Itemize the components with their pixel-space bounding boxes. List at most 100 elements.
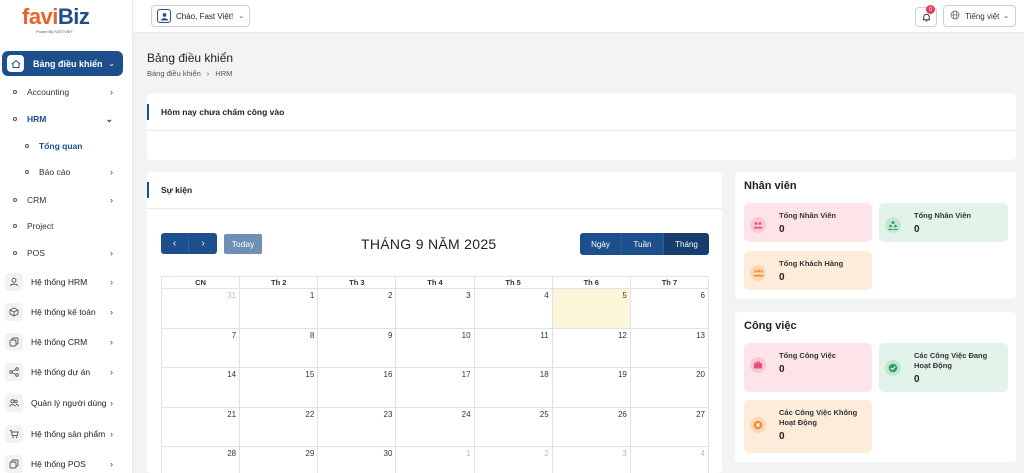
stat-inactive-tasks[interactable]: Các Công Việc Không Hoạt Động 0 (744, 400, 872, 453)
weekday-header: Th 5 (473, 276, 553, 289)
calendar-day[interactable]: 1 (395, 446, 475, 473)
calendar-day[interactable]: 20 (629, 367, 710, 408)
chevron-right-icon: › (110, 459, 113, 469)
calendar-day[interactable]: 19 (551, 367, 631, 408)
view-day-button[interactable]: Ngày (580, 233, 622, 255)
calendar-day[interactable]: 24 (395, 406, 475, 447)
sidebar-item-label: Accounting (27, 87, 70, 97)
view-week-button[interactable]: Tuần (622, 233, 664, 255)
calendar-day[interactable]: 14 (160, 367, 241, 408)
calendar-day[interactable]: 25 (473, 406, 553, 447)
bullet-icon (13, 224, 17, 228)
cart-icon (5, 425, 23, 443)
chevron-right-icon: › (110, 367, 113, 377)
calendar-day[interactable]: 29 (239, 446, 319, 473)
calendar-day[interactable]: 16 (317, 367, 397, 408)
sidebar-item-label: Hệ thống POS (31, 459, 86, 469)
sidebar-item-crm-system[interactable]: Hệ thống CRM › (0, 330, 123, 354)
user-menu[interactable]: Chào, Fast Việt! ⌄ (151, 5, 251, 27)
stat-total-employees-2[interactable]: Tổng Nhân Viên 0 (879, 203, 1008, 242)
app-logo[interactable]: faviBiz Power By FASTVIET (0, 0, 132, 44)
calendar-day[interactable]: 12 (551, 327, 631, 368)
briefcase-icon (750, 357, 766, 373)
calendar-day[interactable]: 1 (239, 288, 319, 329)
users-icon (5, 394, 23, 412)
user-group-icon (885, 217, 901, 233)
next-month-button[interactable]: › (189, 233, 217, 254)
notification-button[interactable]: 0 (915, 5, 937, 27)
calendar-day[interactable]: 10 (395, 327, 475, 368)
sidebar-item-reports[interactable]: Báo cáo › (0, 162, 123, 182)
calendar-day[interactable]: 9 (317, 327, 397, 368)
logo-text-biz: Biz (57, 4, 90, 29)
prev-month-button[interactable]: ‹ (161, 233, 189, 254)
calendar-day[interactable]: 7 (160, 327, 241, 368)
calendar-nav: ‹ › (161, 233, 217, 254)
chevron-down-icon: ⌄ (105, 113, 113, 124)
language-label: Tiếng việt (965, 11, 1000, 21)
chevron-down-icon: ⌄ (238, 13, 245, 20)
today-button[interactable]: Today (224, 234, 262, 254)
sidebar-item-overview[interactable]: Tổng quan (0, 136, 123, 156)
sidebar-item-crm[interactable]: CRM › (0, 190, 123, 210)
calendar-day[interactable]: 27 (629, 406, 710, 447)
users-icon (750, 217, 766, 233)
bullet-icon (25, 170, 29, 174)
calendar-day-today[interactable]: 5 (551, 288, 631, 329)
sidebar-item-project[interactable]: Project (0, 216, 123, 236)
weekday-header: Th 7 (629, 276, 710, 289)
breadcrumb-item[interactable]: Bảng điều khiển (147, 69, 201, 78)
calendar-day[interactable]: 2 (473, 446, 553, 473)
sidebar-item-pos-system[interactable]: Hệ thống POS › (0, 452, 123, 473)
chevron-right-icon: › (110, 87, 113, 97)
calendar-day[interactable]: 4 (629, 446, 710, 473)
stat-total-employees[interactable]: Tổng Nhân Viên 0 (744, 203, 872, 242)
sidebar-item-label: CRM (27, 195, 47, 205)
calendar-day[interactable]: 21 (160, 406, 241, 447)
view-month-button[interactable]: Tháng (664, 233, 709, 255)
calendar-day[interactable]: 30 (317, 446, 397, 473)
accent-bar (147, 182, 149, 198)
stat-value: 0 (779, 224, 785, 235)
calendar-day[interactable]: 6 (629, 288, 710, 329)
check-circle-icon (885, 360, 901, 376)
calendar-day[interactable]: 23 (317, 406, 397, 447)
sidebar-item-hrm[interactable]: HRM ⌄ (0, 109, 123, 129)
calendar-day[interactable]: 17 (395, 367, 475, 408)
chevron-right-icon: › (110, 398, 113, 408)
calendar-day[interactable]: 15 (239, 367, 319, 408)
sidebar-item-product-system[interactable]: Hệ thống sản phẩm › (0, 422, 123, 446)
sidebar-item-label: Quản lý người dùng (31, 398, 107, 408)
calendar-day[interactable]: 13 (629, 327, 710, 368)
stat-total-tasks[interactable]: Tổng Công Việc 0 (744, 343, 872, 392)
calendar-day[interactable]: 18 (473, 367, 553, 408)
sidebar-item-user-management[interactable]: Quản lý người dùng › (0, 391, 123, 415)
calendar-day[interactable]: 4 (473, 288, 553, 329)
calendar-day[interactable]: 11 (473, 327, 553, 368)
sidebar-item-pos[interactable]: POS › (0, 243, 123, 263)
calendar-day[interactable]: 8 (239, 327, 319, 368)
stat-active-tasks[interactable]: Các Công Việc Đang Hoạt Động 0 (879, 343, 1008, 392)
staff-panel-title: Nhân viên (744, 180, 797, 192)
calendar-day[interactable]: 3 (551, 446, 631, 473)
stat-label: Các Công Việc Đang Hoạt Động (914, 351, 988, 370)
calendar-day[interactable]: 2 (317, 288, 397, 329)
calendar-day[interactable]: 28 (160, 446, 241, 473)
sidebar-item-dashboard[interactable]: Bảng điều khiển ⌄ (2, 51, 123, 76)
sidebar-item-accounting-system[interactable]: Hệ thống kế toán › (0, 300, 123, 324)
calendar-day[interactable]: 3 (395, 288, 475, 329)
stat-total-customers[interactable]: Tổng Khách Hàng 0 (744, 251, 872, 290)
chevron-right-icon: › (110, 167, 113, 177)
language-select[interactable]: Tiếng việt ⌄ (943, 5, 1016, 27)
copy-icon (5, 333, 23, 351)
breadcrumb-item: HRM (215, 69, 233, 78)
breadcrumb: Bảng điều khiển › HRM (147, 69, 232, 78)
sidebar-item-accounting[interactable]: Accounting › (0, 82, 123, 102)
sidebar-item-hrm-system[interactable]: Hệ thống HRM › (0, 270, 123, 294)
calendar-day[interactable]: 22 (239, 406, 319, 447)
events-title: Sự kiện (161, 185, 193, 195)
calendar-day[interactable]: 31 (160, 288, 241, 329)
bullet-icon (13, 198, 17, 202)
calendar-day[interactable]: 26 (551, 406, 631, 447)
sidebar-item-project-system[interactable]: Hệ thống dự án › (0, 360, 123, 384)
